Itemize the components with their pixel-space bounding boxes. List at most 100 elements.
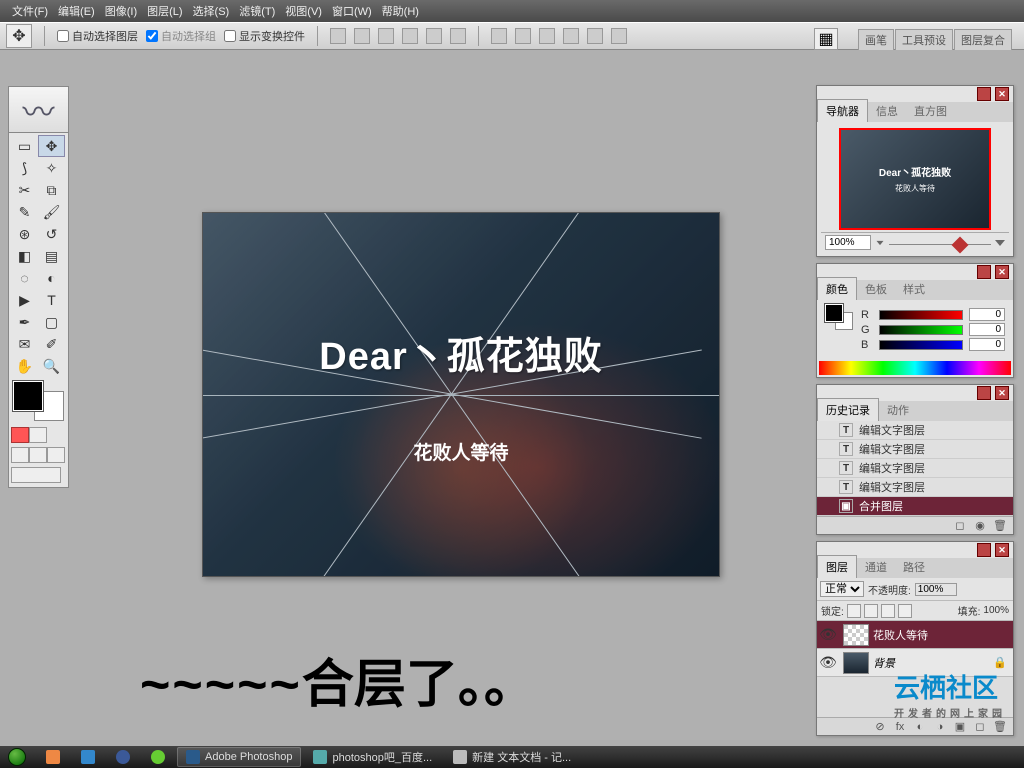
history-item-selected[interactable]: ▣合并图层 <box>817 497 1013 516</box>
close-icon[interactable]: ✕ <box>995 386 1009 400</box>
wand-tool[interactable]: ✧ <box>38 157 65 179</box>
fx-icon[interactable]: fx <box>893 720 907 734</box>
stamp-tool[interactable]: ⊛ <box>11 223 38 245</box>
fill-field[interactable]: 100% <box>983 605 1009 616</box>
layer-row[interactable]: 👁 花败人等待 <box>817 621 1013 649</box>
shape-tool[interactable]: ▢ <box>38 311 65 333</box>
show-transform-checkbox[interactable]: 显示变换控件 <box>224 28 305 44</box>
brush-tool[interactable]: 🖌 <box>38 201 65 223</box>
zoom-slider[interactable] <box>889 236 991 250</box>
hand-tool[interactable]: ✋ <box>11 355 38 377</box>
quickmask-off[interactable] <box>11 427 29 443</box>
zoom-field[interactable]: 100% <box>825 235 871 250</box>
align-icon[interactable] <box>426 28 442 44</box>
foreground-color[interactable] <box>13 381 43 411</box>
layer-thumbnail[interactable] <box>843 652 869 674</box>
quicklaunch-item[interactable] <box>72 747 104 767</box>
tab-channels[interactable]: 通道 <box>857 556 895 578</box>
quicklaunch-item[interactable] <box>142 747 174 767</box>
screen-full-menu[interactable] <box>29 447 47 463</box>
menu-image[interactable]: 图像(I) <box>101 1 141 21</box>
distribute-icon[interactable] <box>515 28 531 44</box>
history-brush-tool[interactable]: ↺ <box>38 223 65 245</box>
r-value[interactable]: 0 <box>969 308 1005 321</box>
navigator-thumbnail[interactable]: Dear丶孤花独败 花败人等待 <box>839 128 991 230</box>
tab-actions[interactable]: 动作 <box>879 399 917 421</box>
distribute-icon[interactable] <box>611 28 627 44</box>
tab-brushes[interactable]: 画笔 <box>858 29 894 50</box>
align-icon[interactable] <box>330 28 346 44</box>
g-slider[interactable] <box>879 325 963 335</box>
lock-all-icon[interactable] <box>898 604 912 618</box>
adj-icon[interactable]: ◑ <box>933 720 947 734</box>
trash-icon[interactable]: 🗑 <box>993 720 1007 734</box>
auto-select-group-checkbox[interactable]: 自动选择组 <box>146 28 216 44</box>
visibility-icon[interactable]: 👁 <box>817 654 839 671</box>
minimize-icon[interactable] <box>977 265 991 279</box>
gradient-tool[interactable]: ▤ <box>38 245 65 267</box>
tab-history[interactable]: 历史记录 <box>817 398 879 421</box>
spectrum-bar[interactable] <box>819 361 1011 375</box>
taskbar-app[interactable]: photoshop吧_百度... <box>304 747 441 767</box>
trash-icon[interactable]: 🗑 <box>993 519 1007 533</box>
history-item[interactable]: T编辑文字图层 <box>817 459 1013 478</box>
quicklaunch-item[interactable] <box>107 747 139 767</box>
tab-histogram[interactable]: 直方图 <box>906 100 955 122</box>
history-item[interactable]: T编辑文字图层 <box>817 440 1013 459</box>
minimize-icon[interactable] <box>977 87 991 101</box>
lock-transparent-icon[interactable] <box>847 604 861 618</box>
layer-name[interactable]: 花败人等待 <box>873 627 1007 643</box>
minimize-icon[interactable] <box>977 543 991 557</box>
color-swatch[interactable] <box>11 381 66 421</box>
visibility-icon[interactable]: 👁 <box>817 626 839 643</box>
history-item[interactable]: T编辑文字图层 <box>817 421 1013 440</box>
snapshot-icon[interactable]: ◉ <box>973 519 987 533</box>
lock-move-icon[interactable] <box>881 604 895 618</box>
menu-select[interactable]: 选择(S) <box>189 1 234 21</box>
align-icon[interactable] <box>402 28 418 44</box>
tab-color[interactable]: 颜色 <box>817 277 857 300</box>
path-select-tool[interactable]: ▶ <box>11 289 38 311</box>
screen-full[interactable] <box>47 447 65 463</box>
align-icon[interactable] <box>354 28 370 44</box>
start-button[interactable] <box>0 746 34 768</box>
pen-tool[interactable]: ✒ <box>11 311 38 333</box>
menu-window[interactable]: 窗口(W) <box>328 1 376 21</box>
marquee-tool[interactable]: ▭ <box>11 135 38 157</box>
zoom-tool[interactable]: 🔍 <box>38 355 65 377</box>
lasso-tool[interactable]: ⟆ <box>11 157 38 179</box>
opacity-field[interactable]: 100% <box>915 583 957 596</box>
move-tool-indicator[interactable]: ✥ <box>6 24 32 48</box>
zoom-in-icon[interactable] <box>995 240 1005 246</box>
eyedropper-tool[interactable]: ✐ <box>38 333 65 355</box>
zoom-out-icon[interactable] <box>875 240 885 246</box>
heal-tool[interactable]: ✎ <box>11 201 38 223</box>
taskbar-app[interactable]: Adobe Photoshop <box>177 747 301 767</box>
mask-icon[interactable]: ◐ <box>913 720 927 734</box>
document-window[interactable]: Dear丶孤花独败 花败人等待 <box>202 212 720 577</box>
tab-layer-comps[interactable]: 图层复合 <box>954 29 1012 50</box>
align-icon[interactable] <box>450 28 466 44</box>
new-layer-icon[interactable]: ◻ <box>973 720 987 734</box>
tab-layers[interactable]: 图层 <box>817 555 857 578</box>
menu-layer[interactable]: 图层(L) <box>143 1 186 21</box>
b-value[interactable]: 0 <box>969 338 1005 351</box>
blend-mode-select[interactable]: 正常 <box>820 581 864 597</box>
g-value[interactable]: 0 <box>969 323 1005 336</box>
tab-swatches[interactable]: 色板 <box>857 278 895 300</box>
tab-tool-presets[interactable]: 工具预设 <box>895 29 953 50</box>
close-icon[interactable]: ✕ <box>995 265 1009 279</box>
r-slider[interactable] <box>879 310 963 320</box>
link-icon[interactable]: ⊘ <box>873 720 887 734</box>
b-slider[interactable] <box>879 340 963 350</box>
slice-tool[interactable]: ⧉ <box>38 179 65 201</box>
align-icon[interactable] <box>378 28 394 44</box>
type-tool[interactable]: T <box>38 289 65 311</box>
menu-edit[interactable]: 编辑(E) <box>54 1 99 21</box>
group-icon[interactable]: ▣ <box>953 720 967 734</box>
distribute-icon[interactable] <box>587 28 603 44</box>
new-doc-icon[interactable]: ◻ <box>953 519 967 533</box>
history-item[interactable]: T编辑文字图层 <box>817 478 1013 497</box>
color-swatch-pair[interactable] <box>825 304 853 330</box>
tab-paths[interactable]: 路径 <box>895 556 933 578</box>
